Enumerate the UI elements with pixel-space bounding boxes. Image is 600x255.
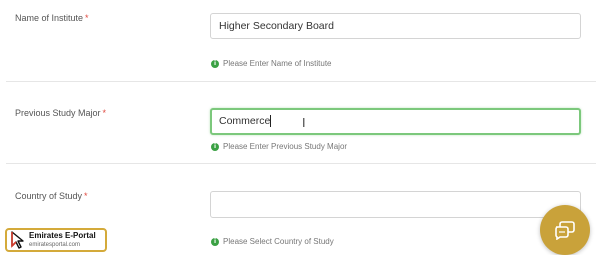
country-hint: i Please Select Country of Study	[211, 237, 334, 246]
cursor-logo-icon	[11, 231, 24, 249]
country-label: Country of Study *	[15, 191, 88, 201]
brand-name: Emirates E-Portal	[29, 231, 96, 240]
study-major-input[interactable]: Commerce	[210, 108, 581, 135]
info-icon: i	[211, 142, 219, 151]
info-icon: i	[211, 59, 219, 68]
country-select[interactable]: × ▾	[210, 191, 581, 218]
brand-url: emiratesportal.com	[29, 242, 81, 248]
institute-name-hint: i Please Enter Name of Institute	[211, 59, 332, 68]
chat-button[interactable]	[540, 205, 590, 255]
chat-icon	[555, 221, 575, 240]
institute-name-input[interactable]: Higher Secondary Board	[210, 13, 581, 39]
required-mark: *	[85, 13, 89, 23]
text-caret	[270, 115, 272, 128]
institute-name-label: Name of Institute *	[15, 13, 89, 23]
info-icon: i	[211, 237, 219, 246]
study-major-section: Previous Study Major * Commerce I i Pleas…	[0, 82, 600, 162]
study-major-hint: i Please Enter Previous Study Major	[211, 142, 347, 151]
required-mark: *	[102, 108, 107, 118]
brand-logo: Emirates E-Portal emiratesportal.com	[5, 228, 107, 252]
study-major-label: Previous Study Major *	[15, 108, 107, 118]
ibeam-cursor-icon: I	[302, 116, 306, 130]
institute-name-section: Name of Institute * Higher Secondary Boar…	[0, 0, 600, 80]
required-mark: *	[84, 191, 88, 201]
